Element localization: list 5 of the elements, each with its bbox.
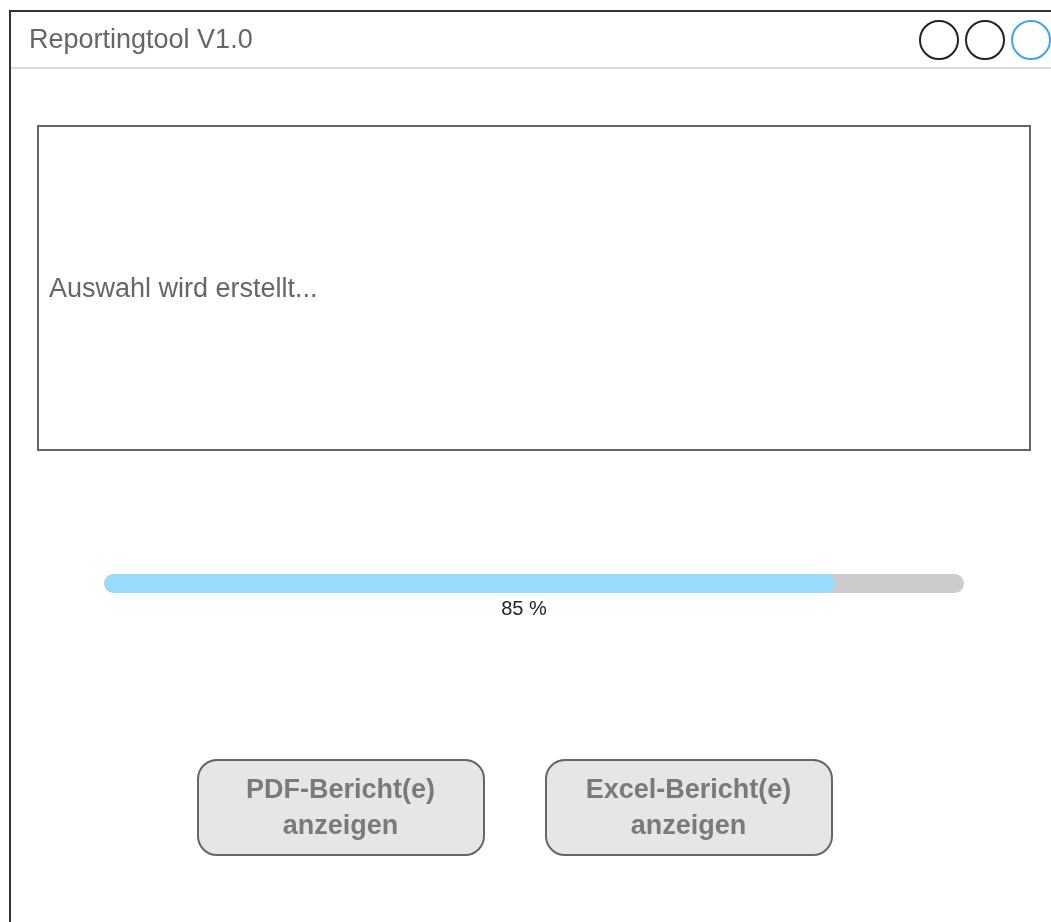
window-control-button[interactable] [965,19,1005,60]
progress-percentage: 85 % [501,597,548,619]
status-message: Auswahl wird erstellt... [49,271,318,305]
window-title: Reportingtool V1.0 [29,23,253,57]
window-control-button[interactable] [919,19,959,60]
